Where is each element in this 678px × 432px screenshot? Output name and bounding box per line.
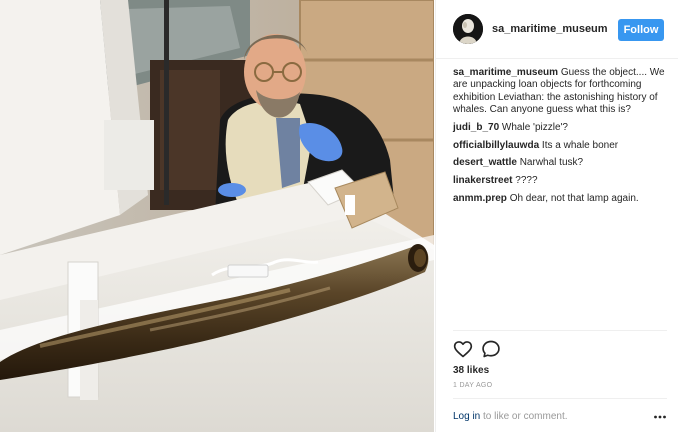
- post-footer: Log in to like or comment.: [453, 398, 667, 432]
- comment-item: judi_b_70 Whale 'pizzle'?: [453, 122, 667, 134]
- avatar-statue-icon: [453, 14, 483, 44]
- comment-bubble-icon[interactable]: [481, 339, 501, 359]
- avatar[interactable]: [453, 14, 483, 44]
- comment-text: Its a whale boner: [541, 139, 619, 151]
- login-link[interactable]: Log in: [453, 411, 480, 422]
- post-timestamp[interactable]: 1 DAY AGO: [453, 382, 492, 389]
- caption-author[interactable]: sa_maritime_museum: [453, 67, 558, 78]
- museum-photo: [0, 0, 434, 432]
- comment-item: officialbillylauwda Its a whale boner: [453, 140, 667, 152]
- post-sidebar: sa_maritime_museum Follow sa_maritime_mu…: [435, 0, 678, 432]
- comment-item: desert_wattle Narwhal tusk?: [453, 157, 667, 169]
- comment-author[interactable]: judi_b_70: [453, 122, 499, 133]
- comment-item: linakerstreet ????: [453, 175, 667, 187]
- comment-text: Whale 'pizzle'?: [501, 121, 568, 133]
- comment-author[interactable]: officialbillylauwda: [453, 140, 539, 151]
- more-options-icon[interactable]: [653, 410, 667, 424]
- comment-text: Narwhal tusk?: [519, 157, 584, 169]
- post-photo[interactable]: [0, 0, 434, 432]
- comment-item: anmm.prep Oh dear, not that lamp again.: [453, 193, 667, 205]
- comment-text: Oh dear, not that lamp again.: [509, 192, 639, 204]
- comment-text: ????: [515, 175, 538, 187]
- heart-icon[interactable]: [453, 339, 473, 359]
- header-username[interactable]: sa_maritime_museum: [492, 23, 608, 35]
- login-suffix: to like or comment.: [480, 411, 568, 422]
- post-header: sa_maritime_museum Follow: [436, 0, 678, 59]
- follow-button[interactable]: Follow: [618, 19, 664, 41]
- comments-list: sa_maritime_museum Guess the object.... …: [453, 67, 667, 210]
- likes-count[interactable]: 38 likes: [453, 365, 489, 376]
- login-prompt: Log in to like or comment.: [453, 411, 568, 422]
- comment-author[interactable]: desert_wattle: [453, 157, 517, 168]
- instagram-post: sa_maritime_museum Follow sa_maritime_mu…: [0, 0, 678, 432]
- comment-author[interactable]: anmm.prep: [453, 193, 507, 204]
- post-actions: 38 likes 1 DAY AGO: [453, 330, 667, 389]
- comment-author[interactable]: linakerstreet: [453, 175, 512, 186]
- caption: sa_maritime_museum Guess the object.... …: [453, 67, 667, 117]
